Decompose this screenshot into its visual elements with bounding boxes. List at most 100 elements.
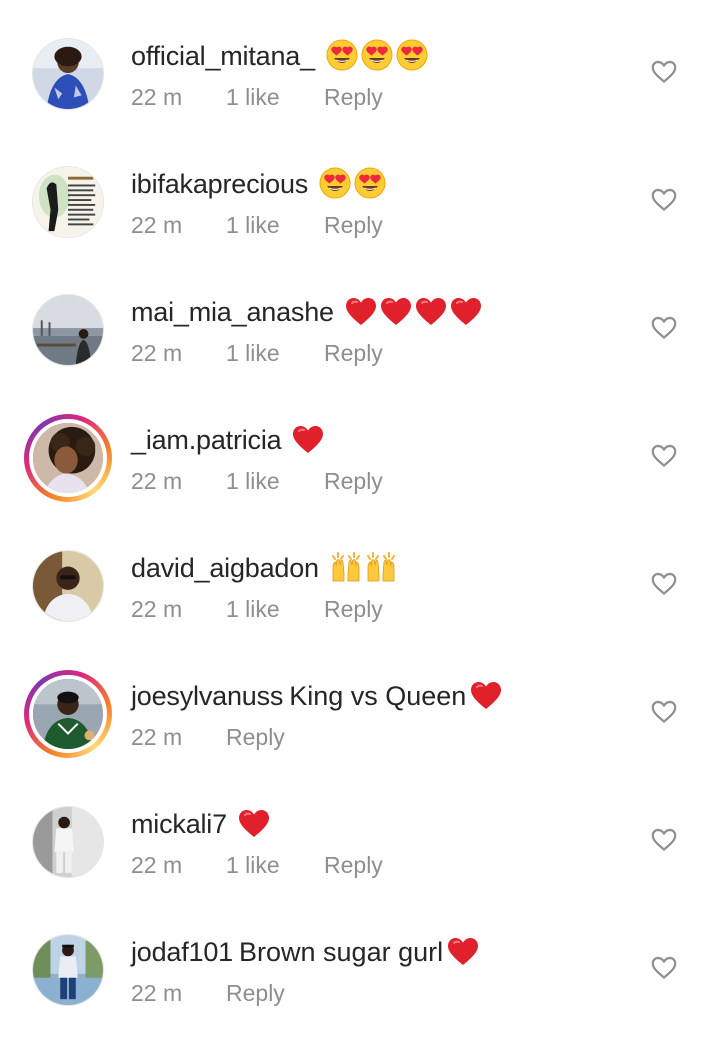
username-link[interactable]: joesylvanuss [131, 681, 283, 711]
reply-button[interactable]: Reply [324, 467, 383, 495]
avatar[interactable] [29, 419, 107, 497]
comment-meta: 22 m 1 like Reply [131, 467, 383, 495]
avatar-container[interactable] [32, 38, 104, 110]
reply-button[interactable]: Reply [324, 211, 383, 239]
username-link[interactable]: ibifakaprecious [131, 169, 308, 199]
like-count[interactable]: 1 like [226, 211, 324, 239]
avatar-container[interactable] [32, 550, 104, 622]
comment-line: _iam.patricia [131, 423, 324, 457]
username-link[interactable]: david_aigbadon [131, 553, 319, 583]
avatar[interactable] [32, 166, 104, 238]
like-heart-icon[interactable] [651, 60, 677, 84]
avatar[interactable] [32, 38, 104, 110]
timestamp: 22 m [131, 852, 183, 878]
comment-meta: 22 m Reply [131, 979, 285, 1007]
heart-eyes-emoji [354, 167, 386, 199]
comment-text: Brown sugar gurl [239, 937, 444, 967]
red-heart-emoji [292, 425, 324, 455]
comment-row: joesylvanuss King vs Queen 22 m Reply [0, 670, 720, 806]
emoji-group [323, 39, 428, 73]
reply-button[interactable]: Reply [226, 723, 285, 751]
emoji-group [235, 807, 270, 841]
comment-row: jodaf101 Brown sugar gurl 22 m Reply [0, 934, 720, 1062]
username-link[interactable]: official_mitana_ [131, 41, 315, 71]
reply-button[interactable]: Reply [324, 339, 383, 367]
timestamp: 22 m [131, 980, 183, 1006]
comment-meta: 22 m Reply [131, 723, 285, 751]
timestamp: 22 m [131, 724, 183, 750]
comment-text: King vs Queen [289, 681, 467, 711]
comment-line: mai_mia_anashe [131, 295, 482, 329]
comment-line: ibifakaprecious [131, 167, 386, 201]
red-heart-emoji [345, 297, 377, 327]
red-heart-emoji [450, 297, 482, 327]
comment-line: mickali7 [131, 807, 270, 841]
like-heart-icon[interactable] [651, 572, 677, 596]
like-heart-icon[interactable] [651, 700, 677, 724]
heart-eyes-emoji [396, 39, 428, 71]
red-heart-emoji [415, 297, 447, 327]
reply-button[interactable]: Reply [226, 979, 285, 1007]
comments-list: official_mitana_ 22 m1 like Reply ibifakapr… [0, 0, 720, 1023]
username-link[interactable]: mickali7 [131, 809, 227, 839]
avatar[interactable] [32, 294, 104, 366]
like-heart-icon[interactable] [651, 444, 677, 468]
comment-meta: 22 m 1 like Reply [131, 595, 383, 623]
like-count[interactable]: 1 like [226, 339, 324, 367]
avatar-container[interactable] [32, 806, 104, 878]
like-heart-icon[interactable] [651, 956, 677, 980]
emoji-group [289, 423, 324, 457]
red-heart-emoji [238, 809, 270, 839]
comment-meta: 22 m 1 like Reply [131, 851, 383, 879]
avatar-story-ring[interactable] [24, 670, 112, 758]
like-heart-icon[interactable] [651, 316, 677, 340]
like-heart-icon[interactable] [651, 828, 677, 852]
avatar[interactable] [32, 806, 104, 878]
raising-hands-emoji [365, 551, 397, 583]
avatar-story-ring[interactable] [24, 414, 112, 502]
emoji-group [467, 679, 502, 713]
comment-row: mickali7 22 m 1 like Reply [0, 806, 720, 934]
reply-button[interactable]: Reply [324, 851, 383, 879]
comment-row: _iam.patricia 22 m 1 like Reply [0, 414, 720, 550]
avatar-container[interactable] [32, 166, 104, 238]
comment-row: ibifakaprecious 22 m 1 like Reply [0, 166, 720, 294]
timestamp: 22 m [131, 468, 183, 494]
heart-eyes-emoji [326, 39, 358, 71]
comment-line: joesylvanuss King vs Queen [131, 679, 502, 713]
avatar[interactable] [32, 550, 104, 622]
timestamp: 22 m [131, 596, 183, 622]
timestamp: 22 m [131, 84, 183, 110]
avatar[interactable] [29, 675, 107, 753]
username-link[interactable]: _iam.patricia [131, 425, 282, 455]
emoji-group [444, 935, 479, 969]
like-count[interactable]: 1 like [226, 83, 324, 111]
username-link[interactable]: mai_mia_anashe [131, 297, 334, 327]
reply-button[interactable]: Reply [324, 83, 383, 111]
reply-button[interactable]: Reply [324, 595, 383, 623]
emoji-group [342, 295, 482, 329]
heart-eyes-emoji [319, 167, 351, 199]
emoji-group [316, 167, 386, 201]
like-count[interactable]: 1 like [226, 851, 324, 879]
raising-hands-emoji [330, 551, 362, 583]
comment-line: official_mitana_ [131, 39, 428, 73]
comment-row: mai_mia_anashe 22 m 1 like Reply [0, 294, 720, 422]
red-heart-emoji [470, 681, 502, 711]
emoji-group [327, 551, 397, 585]
timestamp: 22 m [131, 340, 183, 366]
comment-row: official_mitana_ 22 m 1 like Reply [0, 38, 720, 166]
avatar-container[interactable] [32, 294, 104, 366]
like-count[interactable]: 1 like [226, 595, 324, 623]
comment-meta: 22 m 1 like Reply [131, 83, 383, 111]
comment-line: jodaf101 Brown sugar gurl [131, 935, 479, 969]
red-heart-emoji [380, 297, 412, 327]
comment-line: david_aigbadon [131, 551, 397, 585]
username-link[interactable]: jodaf101 [131, 937, 233, 967]
avatar[interactable] [32, 934, 104, 1006]
avatar-container[interactable] [32, 934, 104, 1006]
like-heart-icon[interactable] [651, 188, 677, 212]
timestamp: 22 m [131, 212, 183, 238]
comment-row: david_aigbadon 22 m 1 like Reply [0, 550, 720, 678]
like-count[interactable]: 1 like [226, 467, 324, 495]
